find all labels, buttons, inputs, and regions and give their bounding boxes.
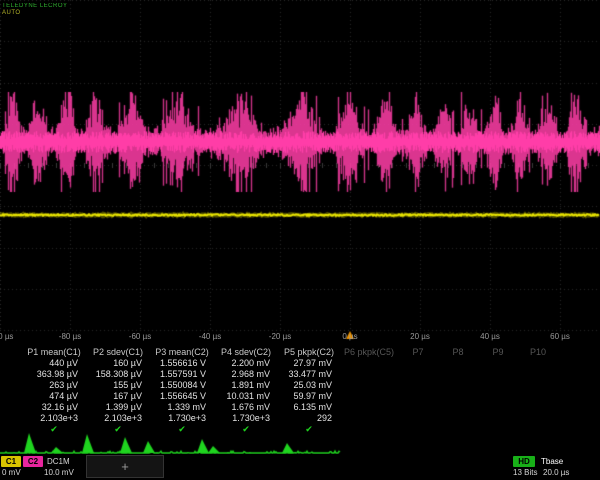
meas-value: 1.399 µV bbox=[86, 402, 150, 413]
timebase-label[interactable]: Tbase bbox=[541, 457, 563, 466]
meas-value: 2.968 mV bbox=[214, 369, 278, 380]
channel-c2-chip[interactable]: C2 bbox=[23, 456, 43, 467]
meas-header-9[interactable]: P9 bbox=[478, 346, 518, 358]
meas-header-10[interactable]: P10 bbox=[518, 346, 558, 358]
meas-value: 292 bbox=[278, 413, 340, 424]
meas-value: 25.03 mV bbox=[278, 380, 340, 391]
time-axis-label: 40 µs bbox=[480, 332, 500, 341]
meas-value: 263 µV bbox=[22, 380, 86, 391]
meas-value: 32.16 µV bbox=[22, 402, 86, 413]
meas-value: 474 µV bbox=[22, 391, 86, 402]
meas-value: 1.557591 V bbox=[150, 369, 214, 380]
meas-header-1[interactable]: P1 mean(C1) bbox=[22, 346, 86, 358]
meas-value: 6.135 mV bbox=[278, 402, 340, 413]
meas-status-ok-icon: ✔ bbox=[214, 424, 278, 435]
meas-value: 1.676 mV bbox=[214, 402, 278, 413]
meas-header-4[interactable]: P4 sdev(C2) bbox=[214, 346, 278, 358]
meas-value: 1.730e+3 bbox=[150, 413, 214, 424]
time-axis-label: 20 µs bbox=[410, 332, 430, 341]
meas-value: 1.556645 V bbox=[150, 391, 214, 402]
meas-value: 1.730e+3 bbox=[214, 413, 278, 424]
meas-value: 10.031 mV bbox=[214, 391, 278, 402]
add-trace-button[interactable]: + bbox=[86, 455, 164, 478]
meas-value: 1.891 mV bbox=[214, 380, 278, 391]
meas-value: 1.556616 V bbox=[150, 358, 214, 369]
time-axis-label: -60 µs bbox=[129, 332, 151, 341]
meas-value: 158.308 µV bbox=[86, 369, 150, 380]
coupling-label: DC1M bbox=[47, 457, 70, 466]
time-axis: -100 µs -80 µs -60 µs -40 µs -20 µs 0 µs 20 µs… bbox=[0, 331, 600, 344]
meas-status-ok-icon: ✔ bbox=[150, 424, 214, 435]
meas-status-ok-icon: ✔ bbox=[22, 424, 86, 435]
time-axis-label: 60 µs bbox=[550, 332, 570, 341]
meas-value: 33.477 mV bbox=[278, 369, 340, 380]
meas-value: 1.339 mV bbox=[150, 402, 214, 413]
meas-value: 27.97 mV bbox=[278, 358, 340, 369]
meas-header-7[interactable]: P7 bbox=[398, 346, 438, 358]
meas-header-2[interactable]: P2 sdev(C1) bbox=[86, 346, 150, 358]
bottom-bar: C1 C2 DC1M 0 mV 10.0 mV + HD Tbase 13 Bi… bbox=[0, 454, 600, 480]
meas-header-3[interactable]: P3 mean(C2) bbox=[150, 346, 214, 358]
meas-value: 440 µV bbox=[22, 358, 86, 369]
time-axis-label: -20 µs bbox=[269, 332, 291, 341]
meas-value: 1.550084 V bbox=[150, 380, 214, 391]
time-axis-label: -100 µs bbox=[0, 332, 13, 341]
meas-value: 2.103e+3 bbox=[86, 413, 150, 424]
meas-header-5[interactable]: P5 pkpk(C2) bbox=[278, 346, 340, 358]
channel-c1-chip[interactable]: C1 bbox=[1, 456, 21, 467]
c1-scale-value: 0 mV bbox=[2, 468, 21, 477]
meas-header-6[interactable]: P6 pkpk(C5) bbox=[340, 346, 398, 358]
meas-header-8[interactable]: P8 bbox=[438, 346, 478, 358]
meas-value: 59.97 mV bbox=[278, 391, 340, 402]
meas-value: 2.200 mV bbox=[214, 358, 278, 369]
timebase-scale-value: 20.0 µs bbox=[543, 468, 569, 477]
trigger-mode-label: AUTO bbox=[2, 10, 21, 16]
oscilloscope-screen: TELEDYNE LECROY AUTO -100 µs -80 µs -60 µs… bbox=[0, 0, 600, 480]
time-axis-label: -80 µs bbox=[59, 332, 81, 341]
hd-bits-value: 13 Bits bbox=[513, 468, 537, 477]
meas-value: 2.103e+3 bbox=[22, 413, 86, 424]
meas-value: 160 µV bbox=[86, 358, 150, 369]
meas-value: 167 µV bbox=[86, 391, 150, 402]
time-axis-label: -40 µs bbox=[199, 332, 221, 341]
hd-mode-chip[interactable]: HD bbox=[513, 456, 535, 467]
meas-status-ok-icon: ✔ bbox=[278, 424, 340, 435]
measurement-table: P1 mean(C1)P2 sdev(C1)P3 mean(C2)P4 sdev… bbox=[0, 346, 600, 435]
meas-value: 155 µV bbox=[86, 380, 150, 391]
meas-value: 363.98 µV bbox=[22, 369, 86, 380]
time-axis-label: 0 µs bbox=[342, 332, 357, 341]
meas-status-ok-icon: ✔ bbox=[86, 424, 150, 435]
brand-watermark: TELEDYNE LECROY bbox=[2, 3, 68, 9]
c2-scale-value: 10.0 mV bbox=[44, 468, 74, 477]
